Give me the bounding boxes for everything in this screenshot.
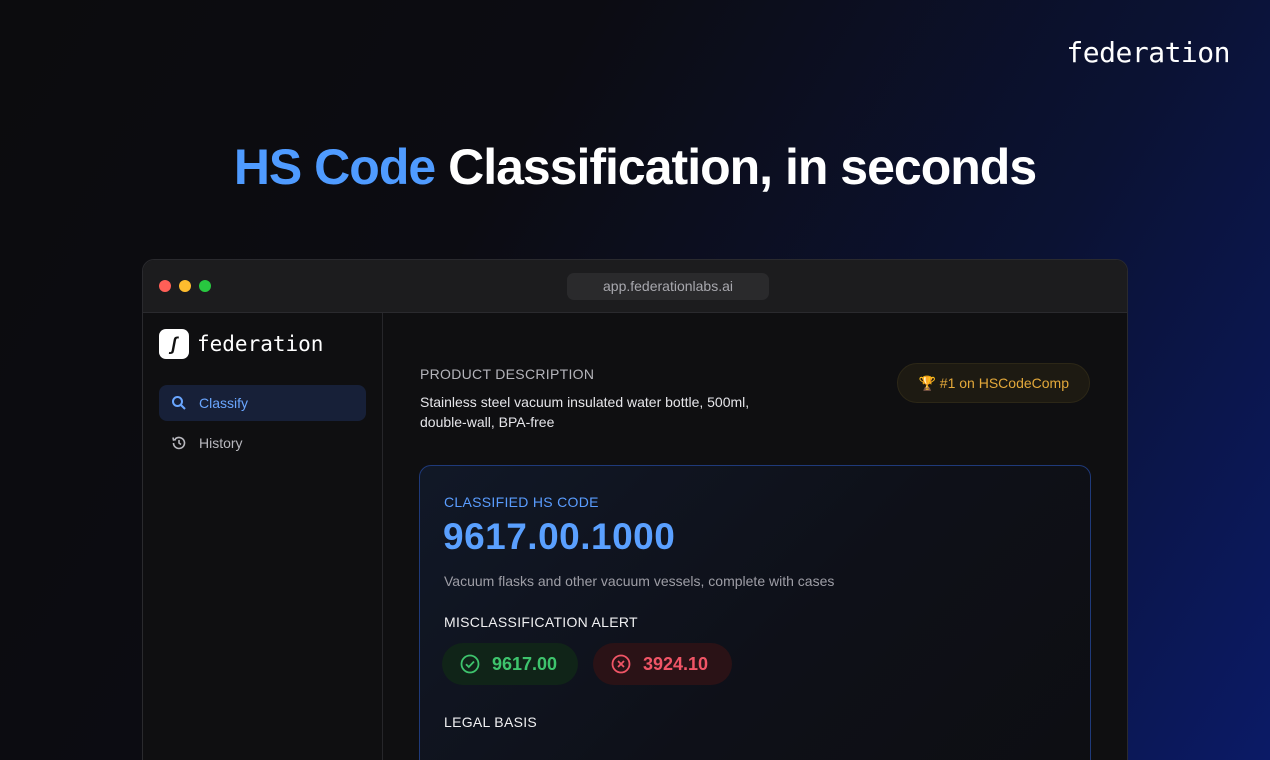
- minimize-window-button[interactable]: [179, 280, 191, 292]
- classified-code-label: CLASSIFIED HS CODE: [444, 494, 599, 510]
- x-circle-icon: [611, 654, 631, 674]
- hero-headline: HS Code Classification, in seconds: [0, 138, 1270, 196]
- misclassification-alert-label: MISCLASSIFICATION ALERT: [444, 614, 638, 630]
- hs-code-description: Vacuum flasks and other vacuum vessels, …: [444, 573, 835, 589]
- wrong-code-pill[interactable]: 3924.10: [593, 643, 732, 685]
- hero-accent: HS Code: [233, 139, 436, 195]
- sidebar: ʃ federation Classify History: [143, 313, 383, 760]
- classified-hs-code: 9617.00.1000: [443, 516, 676, 557]
- ranking-badge: 🏆 #1 on HSCodeComp: [897, 363, 1090, 403]
- browser-titlebar: app.federationlabs.ai: [143, 260, 1127, 313]
- hero-rest: Classification, in seconds: [435, 139, 1037, 195]
- logo-mark-icon: ʃ: [159, 329, 189, 359]
- app-window: app.federationlabs.ai ʃ federation Class…: [142, 259, 1128, 760]
- wrong-code-value: 3924.10: [643, 653, 709, 674]
- history-icon: [172, 436, 186, 450]
- check-circle-icon: [460, 654, 480, 674]
- close-window-button[interactable]: [159, 280, 171, 292]
- sidebar-logo[interactable]: ʃ federation: [159, 329, 323, 359]
- sidebar-item-label: History: [199, 435, 243, 451]
- classification-result-card: CLASSIFIED HS CODE 9617.00.1000 Vacuum f…: [419, 465, 1091, 760]
- search-icon: [172, 396, 186, 410]
- main-content: PRODUCT DESCRIPTION Stainless steel vacu…: [383, 313, 1127, 760]
- sidebar-item-classify[interactable]: Classify: [159, 385, 366, 421]
- sidebar-item-history[interactable]: History: [159, 425, 366, 461]
- legal-basis-label: LEGAL BASIS: [444, 714, 538, 730]
- url-bar[interactable]: app.federationlabs.ai: [567, 273, 769, 300]
- brand-logo-text: federation: [1066, 36, 1230, 69]
- correct-code-value: 9617.00: [492, 653, 558, 674]
- product-description-text: Stainless steel vacuum insulated water b…: [420, 394, 750, 430]
- correct-code-pill[interactable]: 9617.00: [442, 643, 578, 685]
- product-description-label: PRODUCT DESCRIPTION: [420, 366, 595, 382]
- logo-name: federation: [197, 332, 324, 356]
- maximize-window-button[interactable]: [199, 280, 211, 292]
- sidebar-item-label: Classify: [199, 395, 249, 411]
